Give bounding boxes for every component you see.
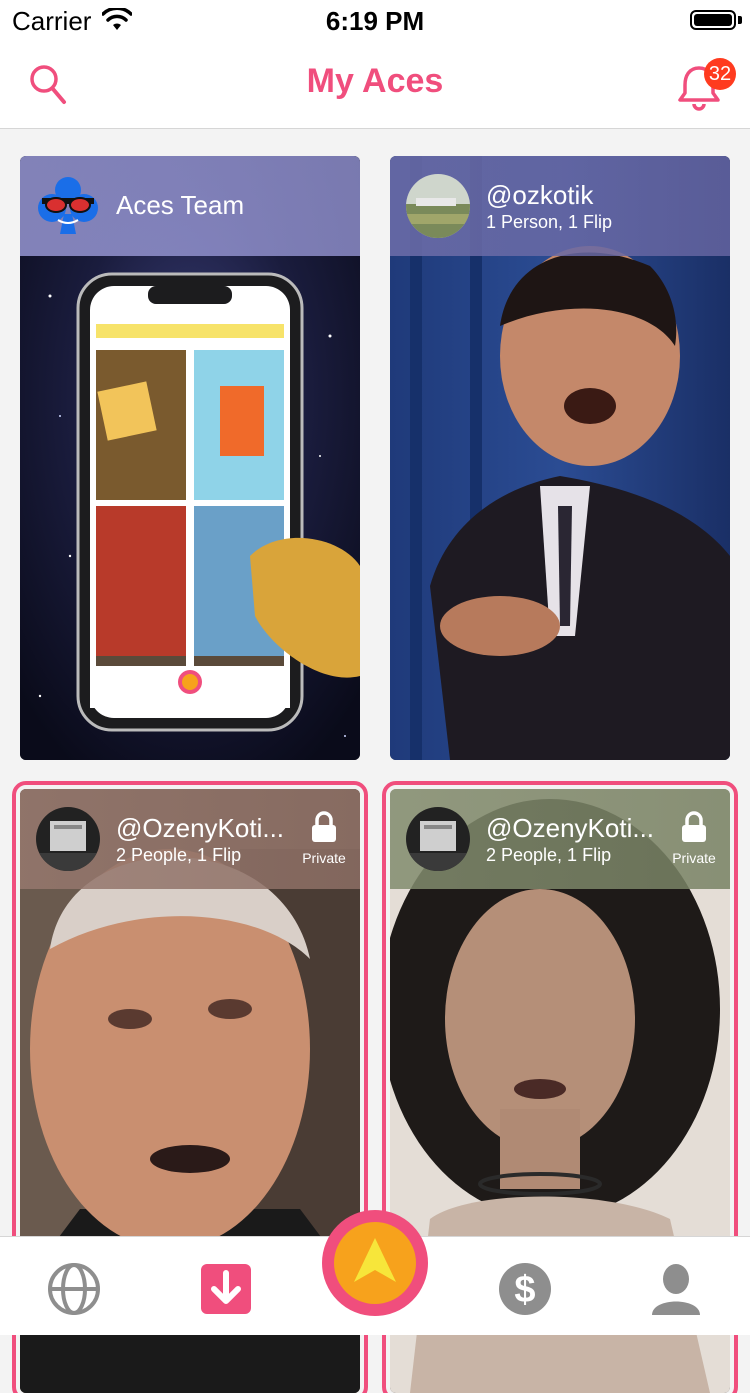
card-title: @OzenyKoti... xyxy=(116,813,285,843)
svg-text:$: $ xyxy=(514,1269,535,1311)
dollar-icon[interactable]: $ xyxy=(497,1261,553,1317)
avatar xyxy=(36,807,100,871)
page-title: My Aces xyxy=(306,62,444,100)
card-header: @OzenyKoti... 2 People, 1 Flip Private xyxy=(390,789,730,889)
aces-team-logo-icon xyxy=(38,177,98,234)
profile-icon[interactable] xyxy=(648,1261,704,1317)
ace-card-aces-team[interactable]: Aces Team xyxy=(20,156,360,760)
lock-icon xyxy=(682,811,706,842)
lock-icon xyxy=(312,811,336,842)
ace-card-ozkotik[interactable]: @ozkotik 1 Person, 1 Flip xyxy=(390,156,730,760)
card-header: Aces Team xyxy=(20,156,360,256)
card-header: @ozkotik 1 Person, 1 Flip xyxy=(390,156,730,256)
card-title: Aces Team xyxy=(116,190,245,220)
card-subtitle: 1 Person, 1 Flip xyxy=(486,212,613,232)
inbox-download-icon[interactable] xyxy=(198,1261,254,1317)
battery-icon xyxy=(690,10,736,30)
card-subtitle: 2 People, 1 Flip xyxy=(116,845,242,865)
status-time: 6:19 PM xyxy=(325,6,425,36)
notification-badge: 32 xyxy=(704,58,736,90)
avatar xyxy=(406,174,470,238)
globe-icon[interactable] xyxy=(46,1261,102,1317)
private-label: Private xyxy=(672,850,716,866)
nav-bar: My Aces 32 xyxy=(0,40,750,129)
private-indicator: Private xyxy=(666,811,722,866)
private-indicator: Private xyxy=(296,811,352,866)
avatar xyxy=(406,807,470,871)
private-label: Private xyxy=(302,850,346,866)
status-bar: Carrier 6:19 PM xyxy=(0,0,750,40)
card-header: @OzenyKoti... 2 People, 1 Flip Private xyxy=(20,789,360,889)
card-subtitle: 2 People, 1 Flip xyxy=(486,845,612,865)
card-title: @ozkotik xyxy=(486,180,594,210)
create-ace-button[interactable] xyxy=(322,1210,428,1316)
card-title: @OzenyKoti... xyxy=(486,813,655,843)
aces-logo-icon xyxy=(354,1238,396,1282)
